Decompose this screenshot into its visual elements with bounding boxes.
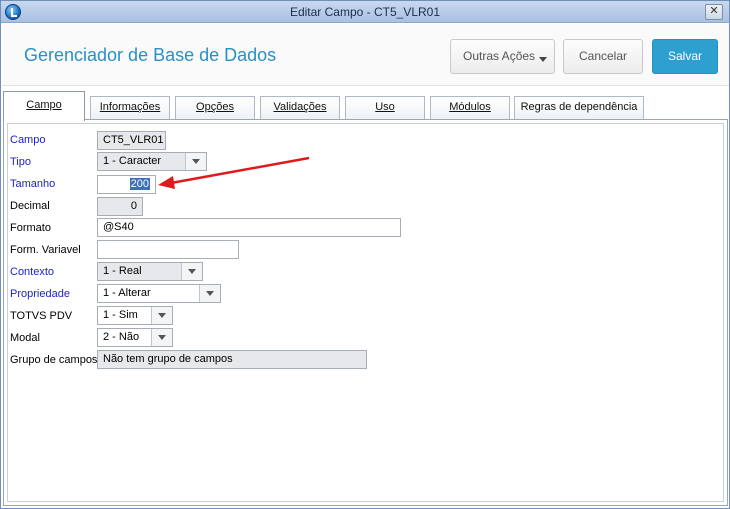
edit-field-window: Editar Campo - CT5_VLR01 ✕ Gerenciador d… [0, 0, 730, 509]
tab-label: Campo [26, 99, 62, 111]
annotation-arrow-head [158, 176, 175, 189]
annotation-arrow-line [170, 156, 310, 185]
tab-campo[interactable]: Campo [3, 91, 85, 121]
annotation-arrow [158, 156, 310, 189]
